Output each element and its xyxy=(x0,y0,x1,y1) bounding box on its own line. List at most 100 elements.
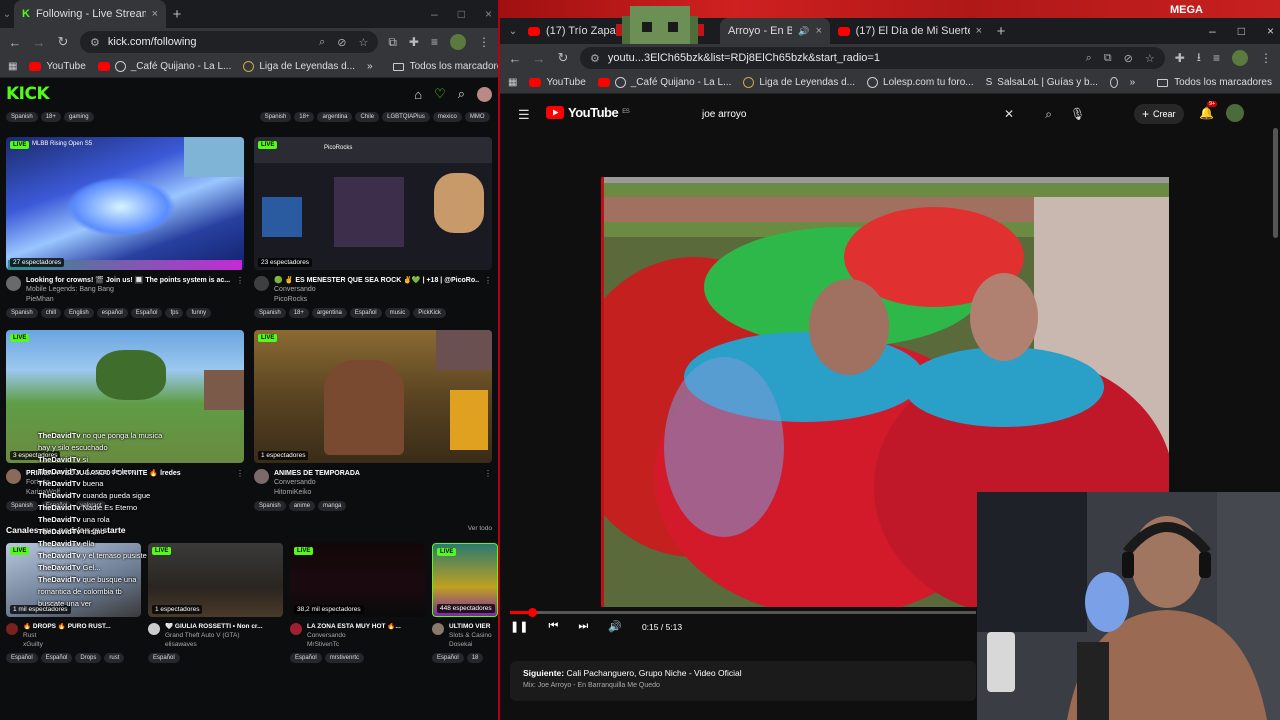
stream-title[interactable]: 🟢 ✌ ES MENESTER QUE SEA ROCK ✌💚 | +18 | … xyxy=(274,276,479,285)
forward-button[interactable]: → xyxy=(532,51,546,66)
search-box[interactable]: joe arroyo ✕ ⌕ xyxy=(696,103,1052,125)
apps-icon[interactable]: ▦ xyxy=(8,61,17,72)
tag-chip[interactable]: Spanish xyxy=(259,112,292,122)
reading-list-icon[interactable]: ≡ xyxy=(1213,51,1220,65)
tag-chip[interactable]: mexico xyxy=(432,112,462,122)
tag-chip[interactable]: Chile xyxy=(355,112,380,122)
streamer-avatar[interactable] xyxy=(254,276,269,291)
tag-chip[interactable]: Español xyxy=(40,653,73,664)
reload-button[interactable]: ↻ xyxy=(56,34,70,50)
tag-chip[interactable]: PickKick xyxy=(413,308,446,319)
volume-icon[interactable]: 🔊 xyxy=(608,620,622,633)
up-next-panel[interactable]: Siguiente: Cali Pachanguero, Grupo Niche… xyxy=(510,661,976,701)
tab-search-icon[interactable]: ⌄ xyxy=(506,26,520,37)
microphone-icon[interactable]: 🎙 xyxy=(1070,107,1085,121)
maximize-button[interactable]: □ xyxy=(458,7,465,21)
recommended-card[interactable]: LIVE 38,2 mil espectadores LA ZONA ESTA … xyxy=(290,543,425,664)
tag-chip[interactable]: anime xyxy=(288,501,316,512)
stream-thumbnail[interactable]: MLBB Rising Open S5 LIVE 27 espectadores xyxy=(6,137,244,270)
forward-button[interactable]: → xyxy=(32,35,46,50)
next-icon[interactable]: ⏭ xyxy=(578,620,588,633)
tag-chip[interactable]: Spanish xyxy=(6,501,38,512)
tag-chip[interactable]: MMO xyxy=(464,112,490,122)
stream-card[interactable]: MLBB Rising Open S5 LIVE 27 espectadores… xyxy=(6,137,244,319)
tag-chip[interactable]: argentina xyxy=(311,308,347,319)
youtube-logo[interactable]: YouTube ES xyxy=(546,105,630,120)
streamer-name[interactable]: HitomiKeiko xyxy=(274,488,479,497)
pause-icon[interactable]: ❚❚ xyxy=(510,620,528,633)
create-button[interactable]: + Crear xyxy=(1134,104,1184,124)
bookmark-liga-leyendas[interactable]: Liga de Leyendas d... xyxy=(743,77,855,88)
notifications-icon[interactable]: 🔔 xyxy=(1199,106,1214,120)
tag-chip[interactable]: 18+ xyxy=(294,112,315,122)
tag-chip[interactable]: Español xyxy=(432,653,464,664)
account-avatar[interactable] xyxy=(1226,104,1244,122)
bookmarks-overflow-button[interactable]: » xyxy=(367,61,373,72)
tag-chip[interactable]: English xyxy=(64,308,94,319)
eye-off-icon[interactable]: ⊘ xyxy=(1124,52,1133,65)
search-icon[interactable]: ⌕ xyxy=(1045,107,1052,122)
streamer-name[interactable]: PicoRocks xyxy=(274,295,479,304)
extension-icon[interactable]: ⧉ xyxy=(388,35,397,50)
stream-card[interactable]: PicoRocks LIVE 23 espectadores 🟢 ✌ ES ME… xyxy=(254,137,492,319)
reading-list-icon[interactable]: ≡ xyxy=(431,35,438,49)
tag-chip[interactable]: 18+ xyxy=(288,308,309,319)
tag-chip[interactable]: mrstivenrtc xyxy=(324,653,365,664)
streamer-name[interactable]: MrStivenTc xyxy=(307,641,425,650)
stream-thumbnail[interactable]: LIVE 38,2 mil espectadores xyxy=(290,543,425,617)
profile-avatar[interactable] xyxy=(450,34,466,50)
streamer-avatar[interactable] xyxy=(254,469,269,484)
heart-icon[interactable]: ♡ xyxy=(434,86,446,102)
minimize-button[interactable]: – xyxy=(431,7,438,21)
address-bar[interactable]: ⚙ youtu...3ElCh65bzk&list=RDj8ElCh65bzk&… xyxy=(580,47,1165,69)
scrollbar[interactable] xyxy=(1273,128,1278,238)
streamer-name[interactable]: xGuilty xyxy=(23,641,141,650)
up-next-title[interactable]: Cali Pachanguero, Grupo Niche - Video Of… xyxy=(566,668,741,678)
store-icon[interactable]: ⌂ xyxy=(414,87,422,102)
more-options-icon[interactable]: ⋮ xyxy=(484,469,492,497)
address-bar[interactable]: ⚙ kick.com/following ⌕ ⊘ ☆ xyxy=(80,31,379,53)
new-tab-button[interactable]: + xyxy=(990,23,1012,40)
stream-thumbnail[interactable]: PicoRocks LIVE 23 espectadores xyxy=(254,137,492,270)
tag-chip[interactable]: manga xyxy=(318,501,347,512)
tag-chip[interactable]: Español xyxy=(130,308,163,319)
menu-icon[interactable]: ⋮ xyxy=(478,35,490,49)
bookmark-liga-leyendas[interactable]: Liga de Leyendas d... xyxy=(243,61,355,72)
back-button[interactable]: ← xyxy=(8,35,22,50)
tag-chip[interactable]: Español xyxy=(349,308,382,319)
tag-chip[interactable]: 18+ xyxy=(40,112,61,122)
minimize-button[interactable]: – xyxy=(1209,24,1216,38)
install-icon[interactable]: ⧉ xyxy=(1104,52,1112,65)
profile-avatar[interactable] xyxy=(1232,50,1248,66)
tag-chip[interactable]: Spanish xyxy=(254,501,286,512)
site-info-icon[interactable]: ⚙ xyxy=(590,52,600,65)
tag-chip[interactable]: music xyxy=(384,308,411,319)
see-all-link[interactable]: Ver todo xyxy=(468,525,492,535)
stream-title[interactable]: Looking for crowns! 🎬 Join us! 🔲 The poi… xyxy=(26,276,231,285)
more-options-icon[interactable]: ⋮ xyxy=(236,469,244,497)
star-icon[interactable]: ☆ xyxy=(358,36,368,49)
more-options-icon[interactable]: ⋮ xyxy=(236,276,244,304)
kick-logo[interactable]: KICK xyxy=(6,84,50,104)
progress-scrubber[interactable] xyxy=(528,608,538,617)
new-tab-button[interactable]: + xyxy=(166,6,188,23)
recommended-card[interactable]: LIVE 1 espectadores 🤍 GIULIA ROSSETTI • … xyxy=(148,543,283,664)
eye-off-icon[interactable]: ⊘ xyxy=(337,36,346,49)
globe-icon[interactable] xyxy=(1109,77,1118,88)
reload-button[interactable]: ↻ xyxy=(556,50,570,66)
puzzle-icon[interactable]: ✚ xyxy=(409,35,419,49)
stream-category[interactable]: Slots & Casino xyxy=(449,632,498,641)
apps-icon[interactable]: ▦ xyxy=(508,77,517,88)
bookmark-youtube[interactable]: YouTube xyxy=(529,77,586,88)
stream-title[interactable]: ANIMES DE TEMPORADA xyxy=(274,469,479,478)
streamer-avatar[interactable] xyxy=(432,623,444,635)
recommended-card[interactable]: LIVE 448 espectadores ULTIMO VIER Slots … xyxy=(432,543,498,664)
tab-search-icon[interactable]: ⌄ xyxy=(0,9,14,20)
all-bookmarks-button[interactable]: Todos los marcadores xyxy=(410,61,498,72)
tag-chip[interactable]: chill xyxy=(40,308,62,319)
bookmarks-overflow-button[interactable]: » xyxy=(1130,77,1136,88)
tag-chip[interactable]: funny xyxy=(186,308,212,319)
search-icon[interactable]: ⌕ xyxy=(458,86,465,102)
download-icon[interactable]: ⭳ xyxy=(1197,48,1201,69)
menu-icon[interactable]: ⋮ xyxy=(1260,51,1272,65)
